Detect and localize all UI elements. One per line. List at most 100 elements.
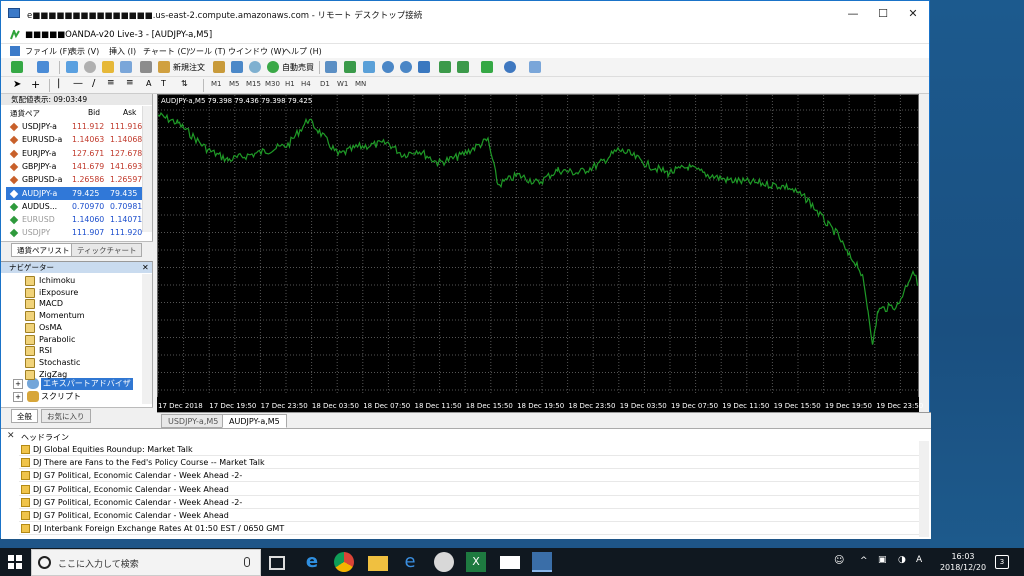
navigator-indicator-item[interactable]: Momentum (25, 310, 85, 322)
tab-tick-chart[interactable]: ティックチャート (71, 243, 143, 257)
market-watch-scrollbar[interactable] (142, 106, 152, 232)
periods-icon[interactable] (504, 61, 516, 73)
excel-icon[interactable]: X (466, 552, 486, 572)
navigator-indicator-item[interactable]: RSI (25, 345, 52, 357)
navigator-indicator-item[interactable]: Ichimoku (25, 275, 75, 287)
navigator-indicator-item[interactable]: OsMA (25, 322, 62, 334)
tab-favorites[interactable]: お気に入り (41, 409, 91, 423)
headline-column-header[interactable]: ヘッドライン (21, 432, 69, 443)
timeframe-m30[interactable]: M30 (265, 80, 280, 88)
auto-trade-button[interactable]: 自動売買 (282, 62, 314, 73)
timeframe-h4[interactable]: H4 (301, 80, 311, 88)
market-watch-icon[interactable] (66, 61, 78, 73)
ime-icon[interactable]: A (916, 555, 922, 565)
wifi-icon[interactable]: ◑ (898, 555, 906, 565)
navigator-indicator-item[interactable]: Stochastic (25, 357, 80, 369)
market-watch-row[interactable]: EURJPY-a 127.671 127.678 (6, 147, 142, 160)
chart-tab-usdjpy[interactable]: USDJPY-a,M5 (161, 414, 226, 428)
indicators-icon[interactable] (481, 61, 493, 73)
market-watch-row[interactable]: GBPJPY-a 141.679 141.693 (6, 160, 142, 173)
market-watch-row[interactable]: EURUSD 1.14060 1.14071 (6, 213, 142, 226)
header-symbol[interactable]: 通貨ペア (10, 108, 40, 119)
menu-file[interactable]: ファイル (F) (25, 46, 70, 57)
auto-trade-icon[interactable] (267, 61, 279, 73)
candlestick-icon[interactable] (344, 61, 356, 73)
tab-symbols[interactable]: 通貨ペアリスト (11, 243, 76, 257)
tile-windows-icon[interactable] (418, 61, 430, 73)
chrome-icon[interactable] (334, 552, 354, 572)
timeframe-m1[interactable]: M1 (211, 80, 222, 88)
task-view-icon[interactable] (269, 556, 285, 570)
market-watch-row[interactable]: USDJPY 111.907 111.920 (6, 226, 142, 239)
tab-general[interactable]: 全般 (11, 409, 38, 423)
ie-icon[interactable]: e (400, 552, 420, 572)
menu-chart[interactable]: チャート (C) (143, 46, 189, 57)
headline-row[interactable]: DJ There are Fans to the Fed's Policy Co… (19, 456, 919, 470)
maximize-button[interactable]: ☐ (867, 1, 899, 27)
channel-icon[interactable]: ≡ (107, 78, 115, 88)
headline-row[interactable]: DJ G7 Political, Economic Calendar - Wee… (19, 496, 919, 509)
mail-icon[interactable] (500, 556, 520, 569)
metaeditor-icon[interactable] (213, 61, 225, 73)
new-chart-icon[interactable] (11, 61, 23, 73)
menu-help[interactable]: ヘルプ (H) (283, 46, 322, 57)
minimize-button[interactable]: — (837, 1, 869, 27)
price-chart[interactable] (157, 94, 919, 412)
timeframe-m15[interactable]: M15 (246, 80, 261, 88)
signals-icon[interactable] (231, 61, 243, 73)
navigator-close-icon[interactable]: ✕ (142, 263, 149, 272)
taskbar-clock[interactable]: 16:03 2018/12/20 (935, 551, 991, 573)
templates-icon[interactable] (529, 61, 541, 73)
file-explorer-icon[interactable] (368, 556, 388, 571)
market-icon[interactable] (249, 61, 261, 73)
navigator-scripts[interactable]: スクリプト (41, 391, 81, 402)
microphone-icon[interactable] (244, 557, 250, 567)
new-order-icon[interactable] (158, 61, 170, 73)
headline-row[interactable]: DJ G7 Political, Economic Calendar - Wee… (19, 483, 919, 496)
header-bid[interactable]: Bid (88, 108, 100, 117)
windows-start-icon[interactable] (8, 555, 22, 569)
text-tool-icon[interactable]: A (146, 79, 151, 88)
timeframe-w1[interactable]: W1 (337, 80, 348, 88)
navigator-indicator-item[interactable]: iExposure (25, 287, 78, 299)
market-watch-row[interactable]: AUDJPY-a 79.425 79.435 (6, 186, 142, 200)
fibonacci-icon[interactable]: ≡ (126, 78, 134, 88)
header-ask[interactable]: Ask (123, 108, 136, 117)
menu-tools[interactable]: ツール (T) (188, 46, 226, 57)
headline-row[interactable]: DJ G7 Political, Economic Calendar - Wee… (19, 469, 919, 483)
navigator-scrollbar[interactable] (142, 274, 152, 404)
headline-row[interactable]: DJ G7 Political, Economic Calendar - Wee… (19, 509, 919, 522)
zoom-in-icon[interactable] (382, 61, 394, 73)
menu-window[interactable]: ウインドウ (W) (228, 46, 285, 57)
notification-center-icon[interactable]: 3 (995, 555, 1009, 569)
chart-tab-audjpy[interactable]: AUDJPY-a,M5 (222, 414, 287, 428)
market-watch-row[interactable]: AUDUS... 0.70970 0.70981 (6, 200, 142, 213)
toolbox-scrollbar[interactable] (919, 441, 929, 537)
app-menu-icon[interactable] (10, 46, 20, 56)
people-icon[interactable]: ☺ (834, 555, 844, 566)
settings-app-icon[interactable] (434, 552, 454, 572)
headline-row[interactable]: DJ Interbank Foreign Exchange Rates At 0… (19, 522, 919, 536)
vertical-line-icon[interactable]: | (57, 78, 60, 89)
close-button[interactable]: ✕ (897, 1, 929, 27)
headline-row[interactable]: DJ Global Equities Roundup: Market Talk (19, 443, 919, 456)
market-watch-row[interactable]: EURUSD-a 1.14063 1.14068 (6, 133, 142, 146)
chart-shift-icon[interactable] (457, 61, 469, 73)
network-icon[interactable]: ▣ (878, 555, 887, 565)
timeframe-mn[interactable]: MN (355, 80, 366, 88)
zoom-out-icon[interactable] (400, 61, 412, 73)
window-titlebar[interactable]: e■■■■■■■■■■■■■■■.us-east-2.compute.amazo… (1, 1, 929, 27)
trendline-icon[interactable]: / (92, 78, 95, 89)
data-window-icon[interactable] (84, 61, 96, 73)
market-watch-row[interactable]: GBPUSD-a 1.26586 1.26597 (6, 173, 142, 186)
remote-desktop-taskbar-icon[interactable] (532, 552, 552, 572)
expand-icon[interactable]: + (13, 392, 23, 402)
timeframe-h1[interactable]: H1 (285, 80, 295, 88)
expand-icon[interactable]: + (13, 379, 23, 389)
strategy-tester-icon[interactable] (140, 61, 152, 73)
show-hidden-icons[interactable]: ^ (860, 556, 868, 566)
arrows-icon[interactable]: ⇅ (181, 79, 188, 88)
terminal-icon[interactable] (120, 61, 132, 73)
bar-chart-icon[interactable] (325, 61, 337, 73)
label-tool-icon[interactable]: T (161, 79, 166, 88)
